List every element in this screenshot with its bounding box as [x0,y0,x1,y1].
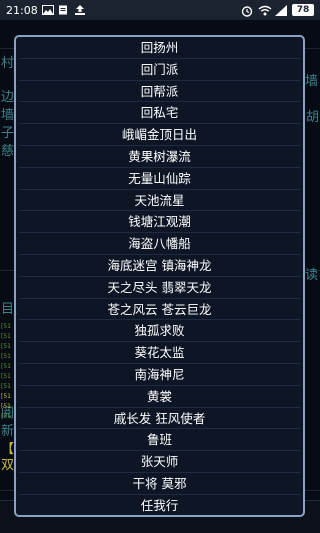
bg-char: 墙 [305,74,319,89]
doc-icon [58,5,70,15]
menu-item[interactable]: 海盗八幡船 [19,233,300,255]
bg-char: 新 [1,424,15,439]
menu-item[interactable]: 黄裳 [19,386,300,408]
menu-item[interactable]: 张天师 [19,451,300,473]
bg-char: 目 [1,302,15,317]
menu-item[interactable]: 黄果树瀑流 [19,146,300,168]
travel-menu-dialog: 回扬州 回门派 回帮派 回私宅 峨嵋金顶日出 黄果树瀑流 无量山仙踪 天池流星 … [14,35,305,517]
menu-item[interactable]: 鲁班 [19,429,300,452]
bg-char: 子 [1,126,15,141]
bg-char: 读 [305,268,319,283]
status-time: 21:08 [6,3,38,17]
bg-log-line: [51 [1,323,11,330]
bg-log-line: [51 [1,393,11,400]
wifi-icon [258,5,272,16]
menu-item[interactable]: 葵花太监 [19,342,300,364]
bg-char: 边 [1,90,15,105]
menu-item[interactable]: 南海神尼 [19,364,300,386]
menu-item[interactable]: 任我行 [19,495,300,515]
bg-log-line: [51 [1,373,11,380]
menu-item[interactable]: 无量山仙踪 [19,168,300,190]
menu-item[interactable]: 回门派 [19,59,300,81]
menu-item[interactable]: 回扬州 [19,37,300,59]
bg-log-line: [51 [1,363,11,370]
menu-item[interactable]: 独孤求败 [19,320,300,343]
upload-icon [74,5,86,15]
menu-item[interactable]: 海底迷宫 镇海神龙 [19,255,300,277]
menu-item[interactable]: 干将 莫邪 [19,473,300,495]
signal-icon [275,5,287,16]
menu-item[interactable]: 回帮派 [19,81,300,103]
bg-char: 墙 [1,108,15,123]
menu-item[interactable]: 苍之风云 苍云巨龙 [19,299,300,321]
bg-char: 村 [1,56,15,71]
menu-item[interactable]: 天之尽头 翡翠天龙 [19,277,300,299]
bg-log-line: [51 [1,403,11,410]
menu-item[interactable]: 峨嵋金顶日出 [19,124,300,146]
menu-item[interactable]: 回私宅 [19,102,300,125]
menu-item[interactable]: 天池流星 [19,190,300,212]
bg-char: 胡 [306,110,320,125]
alarm-icon [241,5,253,17]
menu-item[interactable]: 钱塘江观潮 [19,211,300,234]
bg-log-line: [51 [1,353,11,360]
battery-icon: 78 [292,4,314,16]
menu-item[interactable]: 戚长发 狂风使者 [19,408,300,430]
bg-char: 双 [1,458,15,473]
image-icon [41,5,54,15]
bg-log-line: [51 [1,333,11,340]
bg-log-line: [51 [1,413,11,420]
bg-log-line: [51 [1,343,11,350]
bg-char: 慈 [1,144,15,159]
screen: 21:08 78 村 边 墙 子 慈 目 阅 新 【 双 墙 胡 读 [51 [… [0,0,320,533]
bg-log-line: [51 [1,383,11,390]
status-bar: 21:08 78 [0,0,320,20]
